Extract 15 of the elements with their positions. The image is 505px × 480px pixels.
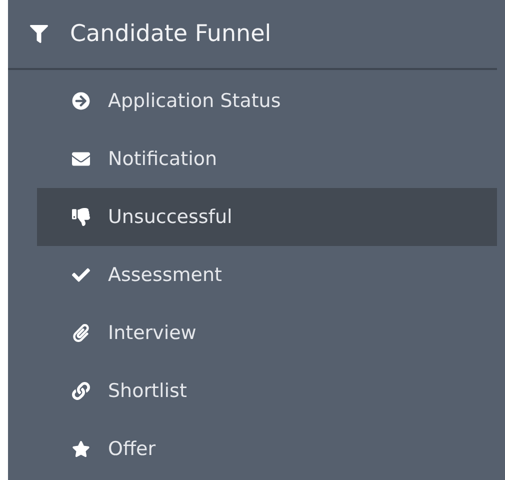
link-icon xyxy=(72,382,90,400)
thumbs-down-icon xyxy=(72,208,90,226)
star-icon xyxy=(72,440,90,458)
sidebar-item[interactable]: Assessment xyxy=(37,246,497,304)
sidebar-item[interactable]: Application Status xyxy=(37,72,497,130)
check-icon xyxy=(72,266,90,284)
sidebar-item[interactable]: Interview xyxy=(37,304,497,362)
section-title: Candidate Funnel xyxy=(70,21,272,47)
sidebar-item[interactable]: Shortlist xyxy=(37,362,497,420)
sidebar-item[interactable]: Notification xyxy=(37,130,497,188)
sidebar-item[interactable]: Offer xyxy=(37,420,497,478)
sidebar-item[interactable]: Unsuccessful xyxy=(37,188,497,246)
filter-icon xyxy=(30,25,48,43)
envelope-icon xyxy=(72,150,90,168)
paperclip-icon xyxy=(72,324,90,342)
